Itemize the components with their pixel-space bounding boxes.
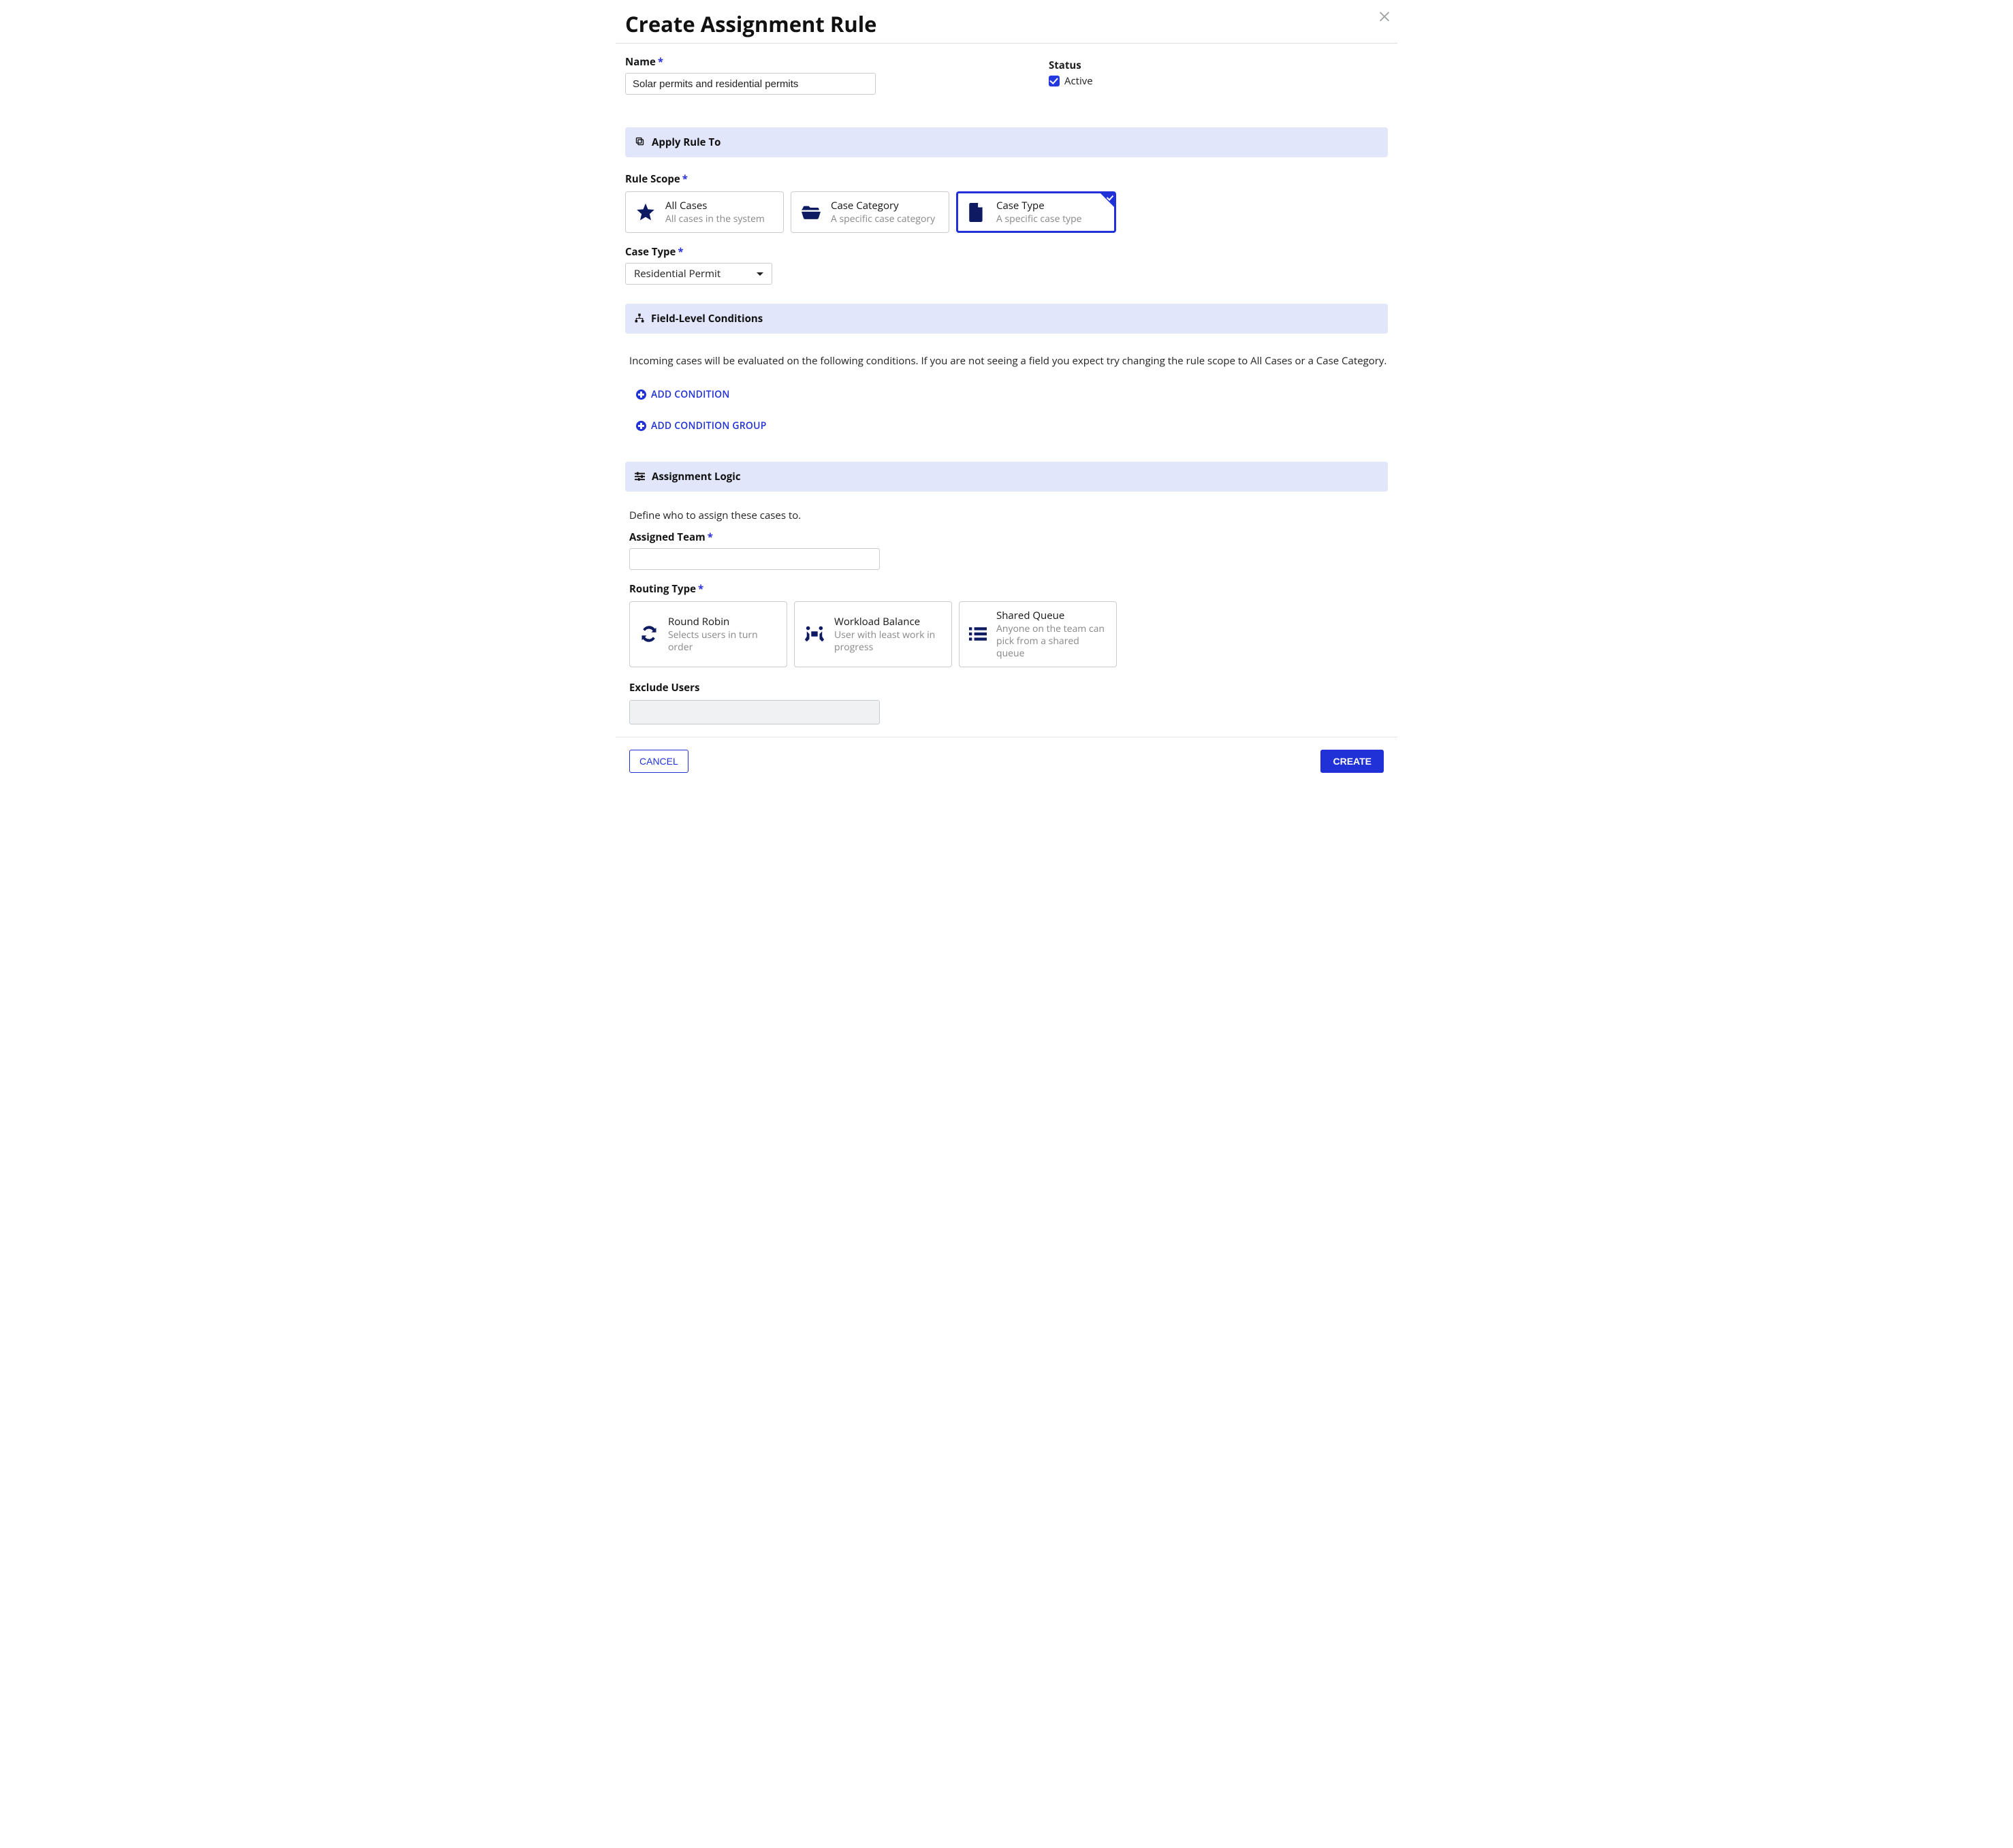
file-icon <box>966 203 987 222</box>
card-title: All Cases <box>665 199 765 212</box>
sync-icon <box>639 624 659 643</box>
card-subtitle: Selects users in turn order <box>668 629 777 654</box>
card-title: Round Robin <box>668 615 777 628</box>
routing-type-label: Routing Type* <box>625 582 1388 596</box>
rule-scope-all-cases[interactable]: All Cases All cases in the system <box>625 191 784 233</box>
routing-shared-queue[interactable]: Shared Queue Anyone on the team can pick… <box>959 601 1117 668</box>
section-apply-rule-to: Apply Rule To <box>652 136 720 149</box>
list-icon <box>969 626 987 641</box>
card-title: Case Category <box>831 199 935 212</box>
case-type-selected: Residential Permit <box>634 267 720 281</box>
add-condition-group-button[interactable]: ADD CONDITION GROUP <box>636 419 767 432</box>
cancel-button[interactable]: CANCEL <box>629 750 688 773</box>
sliders-icon <box>635 469 645 484</box>
routing-round-robin[interactable]: Round Robin Selects users in turn order <box>629 601 787 668</box>
exclude-users-input[interactable] <box>629 700 880 724</box>
add-condition-button[interactable]: ADD CONDITION <box>636 388 730 401</box>
people-carry-icon <box>804 625 825 643</box>
card-title: Workload Balance <box>834 615 942 628</box>
section-field-conditions: Field-Level Conditions <box>651 312 763 325</box>
card-subtitle: User with least work in progress <box>834 629 942 654</box>
name-input[interactable] <box>625 73 876 95</box>
case-type-label: Case Type* <box>625 245 1388 259</box>
conditions-helper: Incoming cases will be evaluated on the … <box>625 354 1388 369</box>
card-title: Shared Queue <box>996 609 1107 622</box>
status-label: Status <box>1049 59 1093 72</box>
plus-circle-icon <box>636 389 646 400</box>
assigned-team-label: Assigned Team* <box>625 530 1388 544</box>
card-subtitle: Anyone on the team can pick from a share… <box>996 623 1107 660</box>
plus-circle-icon <box>636 421 646 431</box>
card-subtitle: All cases in the system <box>665 213 765 225</box>
create-button[interactable]: CREATE <box>1320 750 1384 773</box>
status-active-text: Active <box>1064 74 1093 88</box>
card-subtitle: A specific case category <box>831 213 935 225</box>
exclude-users-label: Exclude Users <box>625 681 1388 695</box>
assigned-team-input[interactable] <box>629 548 880 570</box>
assignment-helper: Define who to assign these cases to. <box>625 509 1388 524</box>
rule-scope-label: Rule Scope* <box>625 172 1388 186</box>
page-title: Create Assignment Rule <box>625 10 877 39</box>
routing-workload-balance[interactable]: Workload Balance User with least work in… <box>794 601 952 668</box>
hierarchy-icon <box>635 311 644 326</box>
selected-check-icon <box>1100 193 1115 208</box>
case-type-select[interactable]: Residential Permit <box>625 263 772 285</box>
copy-icon <box>635 135 645 150</box>
folder-icon <box>801 204 821 221</box>
star-icon <box>635 203 656 222</box>
rule-scope-case-category[interactable]: Case Category A specific case category <box>791 191 949 233</box>
name-label: Name* <box>625 55 876 69</box>
close-icon[interactable] <box>1377 8 1395 26</box>
section-assignment-logic: Assignment Logic <box>652 470 741 483</box>
status-active-checkbox[interactable]: Active <box>1049 74 1093 88</box>
card-title: Case Type <box>996 199 1082 212</box>
card-subtitle: A specific case type <box>996 213 1082 225</box>
rule-scope-case-type[interactable]: Case Type A specific case type <box>956 191 1116 233</box>
chevron-down-icon <box>757 272 763 276</box>
